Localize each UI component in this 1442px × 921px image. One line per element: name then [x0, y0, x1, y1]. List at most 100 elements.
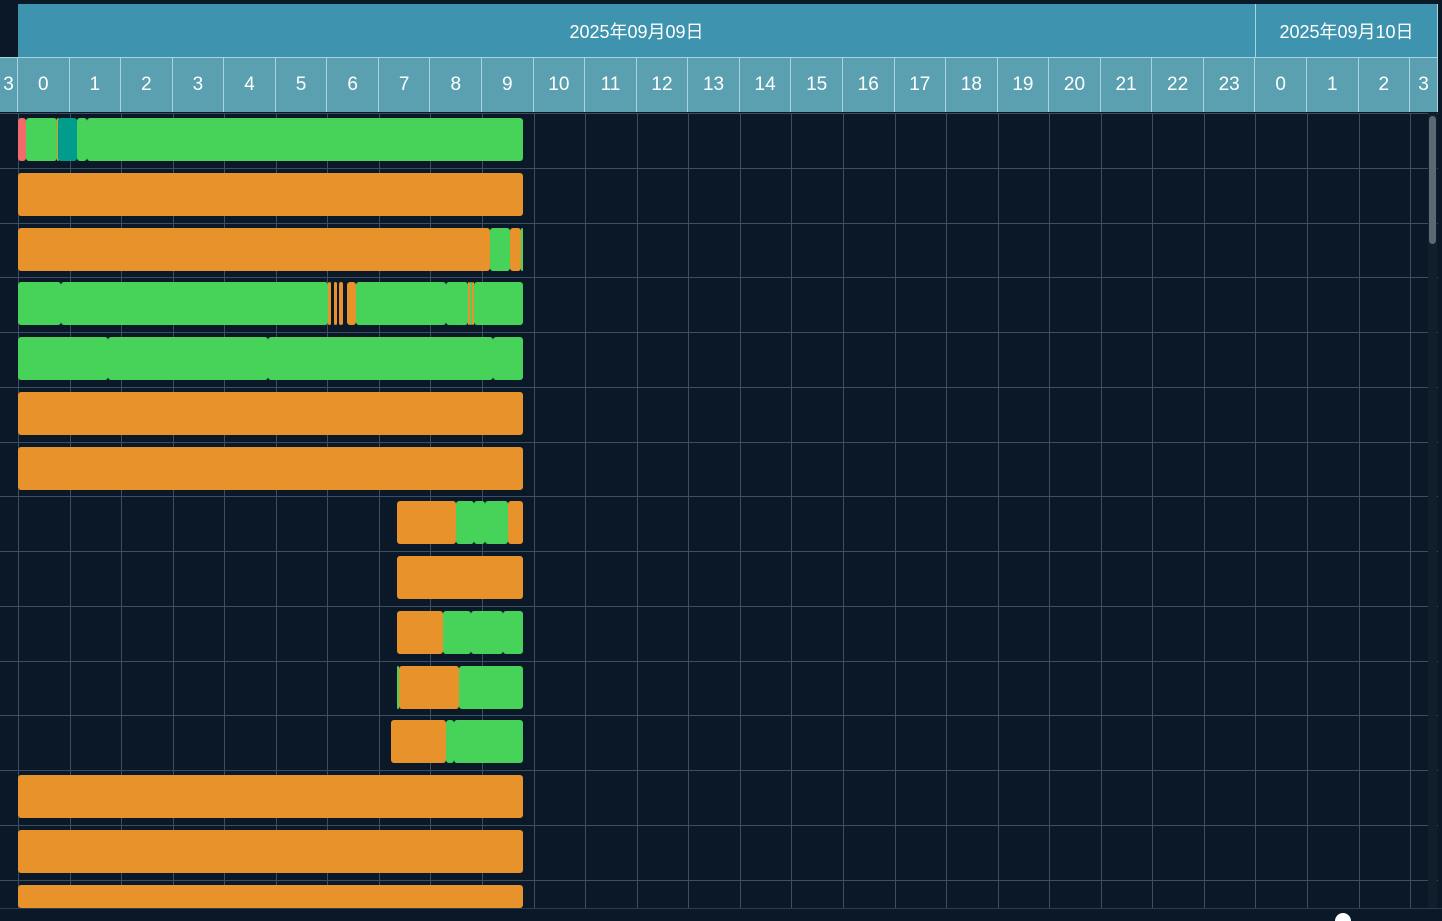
hour-cell: 12	[636, 57, 689, 112]
grid-hline	[0, 113, 1438, 114]
date-header-day-2: 2025年09月10日	[1256, 4, 1438, 57]
hour-cell: 9	[482, 57, 534, 112]
status-bar-running[interactable]	[474, 501, 485, 544]
grid-hline	[0, 715, 1438, 716]
hour-cell: 0	[1255, 57, 1307, 112]
status-bar-running[interactable]	[453, 720, 524, 763]
status-bar-idle[interactable]	[18, 447, 524, 490]
grid-vline	[1307, 113, 1308, 908]
grid-vline	[791, 113, 792, 908]
status-bar-idle[interactable]	[18, 775, 524, 818]
grid-hline	[0, 442, 1438, 443]
hour-cell: 18	[946, 57, 998, 112]
status-bar-idle[interactable]	[18, 173, 524, 216]
gantt-chart: 2025年09月09日 2025年09月10日 3 0 1 2 3 4 5 6 7 8 9 10 11 1…	[0, 0, 1442, 921]
hour-cell: 8	[430, 57, 483, 112]
grid-hline	[0, 332, 1438, 333]
status-bar-running[interactable]	[268, 337, 494, 380]
status-bar-idle[interactable]	[347, 282, 356, 325]
hour-cell: 10	[533, 57, 586, 112]
status-bar-running[interactable]	[458, 666, 524, 709]
status-bar-running[interactable]	[86, 118, 524, 161]
grid-hline	[0, 387, 1438, 388]
status-bar-running[interactable]	[484, 501, 508, 544]
grid-hline	[0, 880, 1438, 881]
hour-cell: 11	[585, 57, 637, 112]
status-bar-running[interactable]	[489, 228, 511, 271]
grid-vline	[998, 113, 999, 908]
status-bar-running[interactable]	[493, 337, 524, 380]
hour-cell: 22	[1152, 57, 1204, 112]
hour-cell: 2	[121, 57, 173, 112]
status-bar-idle[interactable]	[507, 501, 524, 544]
date-header-day-1: 2025年09月09日	[18, 4, 1256, 57]
horizontal-scrollbar[interactable]	[0, 908, 1442, 921]
grid-hline	[0, 825, 1438, 826]
status-bar-running[interactable]	[355, 282, 446, 325]
status-bar-alarm[interactable]	[18, 118, 26, 161]
grid-vline	[740, 113, 741, 908]
hour-cell: 0	[18, 57, 70, 112]
grid-hline	[0, 661, 1438, 662]
status-bar-idle[interactable]	[390, 720, 446, 763]
date-label: 2025年09月09日	[569, 21, 704, 42]
status-bar-running[interactable]	[474, 282, 524, 325]
status-bar-idle[interactable]	[510, 228, 521, 271]
status-bar-running[interactable]	[520, 228, 524, 271]
status-bar-running[interactable]	[456, 501, 475, 544]
status-bar-idle[interactable]	[339, 282, 343, 325]
status-bar-idle[interactable]	[398, 666, 459, 709]
grid-vline	[534, 113, 535, 908]
status-bar-idle[interactable]	[397, 501, 457, 544]
status-bar-idle[interactable]	[334, 282, 337, 325]
hour-cell: 1	[1307, 57, 1359, 112]
status-bar-running[interactable]	[25, 118, 57, 161]
status-bar-running[interactable]	[502, 611, 524, 654]
grid-vline	[585, 113, 586, 908]
hour-cell: 3	[0, 57, 18, 112]
hour-cell: 20	[1049, 57, 1101, 112]
grid-vline	[843, 113, 844, 908]
status-bar-running[interactable]	[77, 118, 87, 161]
grid-vline	[1410, 113, 1411, 908]
status-bar-running[interactable]	[18, 337, 109, 380]
status-bar-idle[interactable]	[18, 885, 524, 908]
status-bar-running[interactable]	[108, 337, 268, 380]
status-bar-running[interactable]	[61, 282, 329, 325]
grid-vline	[1049, 113, 1050, 908]
status-bar-maintenance[interactable]	[57, 118, 78, 161]
grid-vline	[1255, 113, 1256, 908]
grid-vline	[1204, 113, 1205, 908]
hour-cell: 15	[791, 57, 843, 112]
status-bar-idle[interactable]	[397, 556, 524, 599]
status-bar-idle[interactable]	[18, 830, 524, 873]
status-bar-idle[interactable]	[18, 392, 524, 435]
grid-vline	[688, 113, 689, 908]
status-bar-running[interactable]	[443, 611, 471, 654]
grid-hline	[0, 168, 1438, 169]
grid-hline	[0, 223, 1438, 224]
grid-hline	[0, 551, 1438, 552]
status-bar-running[interactable]	[470, 611, 503, 654]
hour-cell: 3	[1410, 57, 1438, 112]
status-bar-running[interactable]	[445, 720, 454, 763]
hour-cell: 13	[688, 57, 740, 112]
status-bar-running[interactable]	[445, 282, 468, 325]
status-bar-idle[interactable]	[328, 282, 332, 325]
hour-cell: 16	[842, 57, 895, 112]
grid-hline	[0, 770, 1438, 771]
hour-cell: 14	[739, 57, 792, 112]
vertical-scroll-thumb[interactable]	[1429, 116, 1436, 244]
grid-vline	[1359, 113, 1360, 908]
date-label: 2025年09月10日	[1279, 21, 1414, 42]
status-bar-idle[interactable]	[18, 228, 490, 271]
grid-vline	[946, 113, 947, 908]
status-bar-idle[interactable]	[397, 611, 444, 654]
hour-cell: 23	[1203, 57, 1256, 112]
hour-cell: 3	[172, 57, 225, 112]
grid-hline	[0, 606, 1438, 607]
grid-vline	[1101, 113, 1102, 908]
hour-cell: 5	[275, 57, 328, 112]
hour-cell: 19	[997, 57, 1050, 112]
status-bar-running[interactable]	[18, 282, 62, 325]
